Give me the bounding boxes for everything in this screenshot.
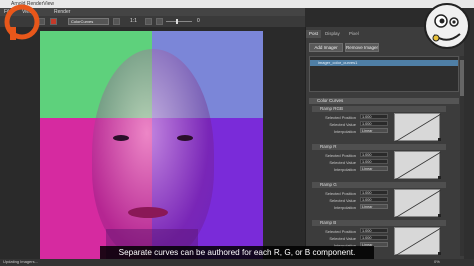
selected-position-field[interactable]: 1.000: [360, 114, 388, 119]
channel-logo-icon: [4, 4, 40, 40]
ramp-g-section: Ramp G Selected Position 1.000 Selected …: [312, 182, 446, 219]
menubar: File View Render: [0, 8, 305, 16]
section-title[interactable]: Ramp G: [312, 182, 446, 188]
selected-position-label: Selected Position: [325, 191, 356, 196]
render-viewport[interactable]: [0, 27, 305, 259]
ramp-curve-editor[interactable]: [394, 189, 441, 218]
exposure-slider[interactable]: [166, 21, 192, 22]
selected-value-label: Selected Value: [329, 236, 356, 241]
selected-value-field[interactable]: 1.000: [360, 121, 388, 126]
lips: [128, 207, 168, 218]
selected-position-label: Selected Position: [325, 229, 356, 234]
selected-position-field[interactable]: 1.000: [360, 228, 388, 233]
tab-display[interactable]: Display: [322, 30, 343, 38]
section-title[interactable]: Ramp R: [312, 144, 446, 150]
selected-position-label: Selected Position: [325, 115, 356, 120]
ramp-curve-editor[interactable]: [394, 151, 441, 180]
channel-icon[interactable]: [113, 18, 120, 25]
imager-list-item[interactable]: imager_color_curves1: [310, 60, 458, 66]
section-title[interactable]: Ramp B: [312, 220, 446, 226]
status-text: Updating Imagers...: [3, 259, 38, 264]
interpolation-dropdown[interactable]: Linear: [360, 128, 388, 133]
selected-position-field[interactable]: 1.000: [360, 152, 388, 157]
exposure-slider-handle[interactable]: [176, 19, 178, 24]
left-eye: [113, 135, 129, 141]
aov-dropdown[interactable]: ColorCurves: [68, 18, 109, 25]
zoom-ratio[interactable]: 1:1: [130, 18, 137, 24]
post-panel: Post Display Pixel Add Imager Remove Ima…: [305, 27, 464, 259]
exposure-value: 0: [197, 18, 200, 24]
portrait-face: [92, 49, 214, 259]
remove-imager-button[interactable]: Remove Imager: [345, 43, 379, 52]
selected-value-label: Selected Value: [329, 122, 356, 127]
stop-render-icon[interactable]: [50, 18, 57, 25]
exposure-icon[interactable]: [156, 18, 163, 25]
crop-icon[interactable]: [145, 18, 152, 25]
video-caption: Separate curves can be authored for each…: [100, 246, 374, 259]
rendered-image: [40, 31, 263, 259]
selected-position-label: Selected Position: [325, 153, 356, 158]
interpolation-label: Interpolation: [333, 167, 356, 172]
interpolation-label: Interpolation: [333, 205, 356, 210]
interpolation-dropdown[interactable]: Linear: [360, 204, 388, 209]
selected-position-field[interactable]: 1.000: [360, 190, 388, 195]
add-imager-button[interactable]: Add Imager: [309, 43, 343, 52]
ramp-curve-editor[interactable]: [394, 113, 441, 142]
window-titlebar: Arnold RenderView: [0, 0, 474, 8]
menu-render[interactable]: Render: [54, 9, 70, 15]
interpolation-dropdown[interactable]: Linear: [360, 166, 388, 171]
color-curves-header[interactable]: Color Curves: [309, 98, 459, 104]
tab-post[interactable]: Post: [306, 30, 322, 38]
status-zoom: 0%: [434, 259, 440, 264]
selected-value-label: Selected Value: [329, 160, 356, 165]
selected-value-field[interactable]: 1.000: [360, 197, 388, 202]
status-bar: Updating Imagers... 0%: [0, 259, 474, 266]
mascot-logo-icon: [424, 3, 470, 49]
ramp-rgb-section: Ramp RGB Selected Position 1.000 Selecte…: [312, 106, 446, 143]
section-title[interactable]: Ramp RGB: [312, 106, 446, 112]
interpolation-label: Interpolation: [333, 129, 356, 134]
selected-value-field[interactable]: 1.000: [360, 235, 388, 240]
selected-value-label: Selected Value: [329, 198, 356, 203]
toolbar: ColorCurves 1:1 0: [0, 16, 305, 27]
tab-pixel[interactable]: Pixel: [346, 30, 362, 38]
right-eye: [177, 135, 193, 141]
selected-value-field[interactable]: 1.000: [360, 159, 388, 164]
ramp-curve-editor[interactable]: [394, 227, 441, 256]
ramp-r-section: Ramp R Selected Position 1.000 Selected …: [312, 144, 446, 181]
imager-list: imager_color_curves1: [309, 56, 459, 92]
